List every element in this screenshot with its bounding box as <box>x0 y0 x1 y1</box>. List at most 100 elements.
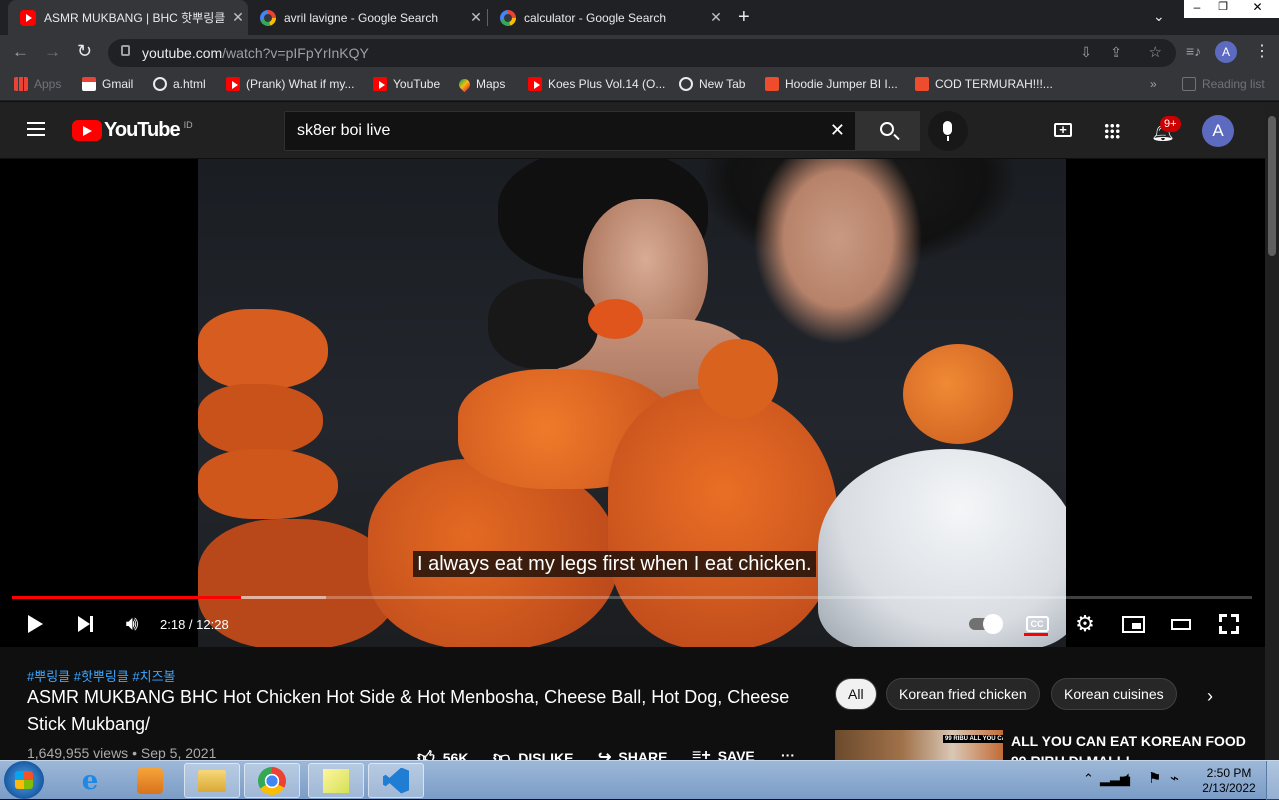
taskbar-file-explorer[interactable] <box>184 763 240 798</box>
youtube-icon <box>226 77 240 91</box>
shopee-icon <box>915 77 929 91</box>
chip-korean-fried-chicken[interactable]: Korean fried chicken <box>886 678 1040 710</box>
windows-taskbar: e ⌃ ▂▃▅ 🔈︎ ⚑ ⌁ 2:50 PM 2/13/2022 <box>0 760 1279 800</box>
more-bookmarks-button[interactable]: » <box>1150 77 1157 91</box>
captions-active-indicator <box>1024 633 1048 636</box>
hamburger-menu-icon[interactable] <box>27 122 45 136</box>
miniplayer-button[interactable] <box>1120 606 1146 642</box>
power-plug-icon[interactable]: ⌁ <box>1170 769 1179 787</box>
chips-next-chevron-icon[interactable]: › <box>1207 686 1213 707</box>
profile-avatar[interactable]: A <box>1215 41 1237 63</box>
taskbar-chrome[interactable] <box>244 763 300 798</box>
bookmark-gmail[interactable]: Gmail <box>82 77 133 91</box>
bookmark-a-html[interactable]: a.html <box>153 77 206 91</box>
youtube-icon <box>373 77 387 91</box>
chrome-menu-icon[interactable]: ⋮ <box>1254 41 1270 61</box>
forward-arrow-icon[interactable]: → <box>44 42 61 62</box>
bookmark-hoodie[interactable]: Hoodie Jumper BI I... <box>765 77 898 91</box>
search-input[interactable]: sk8er boi live ✕ <box>284 111 856 151</box>
recommended-video-thumbnail[interactable]: 99 RIBU ALL YOU CAN EAT <box>835 730 1003 760</box>
bookmark-cod[interactable]: COD TERMURAH!!!... <box>915 77 1053 91</box>
tab-youtube[interactable]: ASMR MUKBANG | BHC 핫뿌링클 ✕ <box>8 0 248 35</box>
miniplayer-icon <box>1121 615 1145 633</box>
sticky-notes-icon <box>323 768 349 793</box>
show-desktop-button[interactable] <box>1266 761 1279 800</box>
youtube-wordmark: YouTube <box>104 119 181 141</box>
media-control-icon[interactable]: ≡♪ <box>1186 43 1201 59</box>
vscode-icon <box>383 767 409 794</box>
theater-mode-button[interactable] <box>1168 606 1194 642</box>
search-button[interactable] <box>856 111 920 151</box>
bookmark-maps[interactable]: Maps <box>456 76 505 92</box>
bookmark-new-tab[interactable]: New Tab <box>679 77 745 91</box>
volume-tray-icon[interactable]: 🔈︎ <box>1124 769 1133 786</box>
volume-icon: 🔊︎ <box>125 612 139 635</box>
reading-list-icon <box>1182 77 1196 91</box>
bookmark-youtube[interactable]: YouTube <box>373 77 440 91</box>
voice-search-button[interactable] <box>928 111 968 151</box>
taskbar-internet-explorer[interactable]: e <box>62 763 118 798</box>
scrollbar-thumb[interactable] <box>1268 116 1276 256</box>
bookmark-koes-plus[interactable]: Koes Plus Vol.14 (O... <box>528 77 665 91</box>
clock-date: 2/13/2022 <box>1202 781 1256 795</box>
bookmark-apps[interactable]: Apps <box>14 77 61 91</box>
chip-korean-cuisines[interactable]: Korean cuisines <box>1051 678 1177 710</box>
chrome-icon <box>258 766 286 795</box>
youtube-logo[interactable]: YouTube ID <box>72 119 193 142</box>
start-button[interactable] <box>4 761 44 799</box>
video-player[interactable]: I always eat my legs first when I eat ch… <box>0 159 1265 647</box>
close-window-icon[interactable]: ✕ <box>1236 0 1279 18</box>
lock-icon[interactable] <box>121 45 130 56</box>
taskbar-sticky-notes[interactable] <box>308 763 364 798</box>
bookmarks-bar: Apps Gmail a.html (Prank) What if my... … <box>0 70 1279 101</box>
chip-all[interactable]: All <box>835 678 877 710</box>
autoplay-toggle[interactable] <box>968 606 1003 642</box>
tab-search-chevron-icon[interactable]: ⌄ <box>1153 8 1165 25</box>
restore-icon[interactable]: ❐ <box>1210 0 1236 18</box>
show-hidden-icons-chevron[interactable]: ⌃ <box>1083 771 1094 787</box>
fullscreen-button[interactable] <box>1216 606 1242 642</box>
back-arrow-icon[interactable]: ← <box>12 42 29 62</box>
video-hashtags[interactable]: #뿌링클 #핫뿌링클 #치즈볼 <box>27 666 176 685</box>
tab-avril-search[interactable]: avril lavigne - Google Search ✕ <box>248 0 486 35</box>
next-video-button[interactable] <box>70 606 100 642</box>
bookmark-prank-video[interactable]: (Prank) What if my... <box>226 77 354 91</box>
captions-button[interactable]: CC <box>1024 606 1050 642</box>
browser-tab-strip: ASMR MUKBANG | BHC 핫뿌링클 ✕ avril lavigne … <box>0 0 1279 35</box>
microphone-stand <box>947 136 949 141</box>
globe-icon <box>153 77 167 91</box>
account-avatar[interactable]: A <box>1202 115 1234 147</box>
taskbar-vscode[interactable] <box>368 763 424 798</box>
minimize-icon[interactable]: – <box>1184 0 1210 18</box>
install-app-icon[interactable]: ⇩ <box>1080 44 1092 61</box>
tab-calculator-search[interactable]: calculator - Google Search ✕ <box>488 0 726 35</box>
folder-icon <box>198 769 226 792</box>
gear-icon: ⚙ <box>1075 611 1095 636</box>
tab-title: avril lavigne - Google Search <box>284 10 439 25</box>
clear-search-icon[interactable]: ✕ <box>830 120 845 141</box>
address-bar[interactable]: youtube.com/watch?v=pIFpYrInKQY ⇩ ⇪ ☆ <box>108 39 1176 67</box>
food-item <box>198 449 338 519</box>
reading-list-button[interactable]: Reading list <box>1182 77 1265 91</box>
close-tab-icon[interactable]: ✕ <box>228 9 248 26</box>
play-button[interactable] <box>20 606 50 642</box>
cheese-stick-stack <box>198 309 328 389</box>
microphone-icon <box>943 121 952 135</box>
settings-button[interactable]: ⚙ <box>1072 606 1098 642</box>
new-tab-button[interactable]: + <box>738 6 750 29</box>
search-query: sk8er boi live <box>297 122 391 139</box>
apps-grid-icon[interactable] <box>1104 123 1120 139</box>
volume-button[interactable]: 🔊︎ <box>117 606 147 642</box>
taskbar-media-player[interactable] <box>122 763 178 798</box>
create-video-icon[interactable]: + <box>1054 123 1072 137</box>
close-tab-icon[interactable]: ✕ <box>466 9 486 26</box>
taskbar-clock[interactable]: 2:50 PM 2/13/2022 <box>1196 766 1262 796</box>
share-page-icon[interactable]: ⇪ <box>1110 44 1122 61</box>
progress-bar[interactable] <box>12 596 1252 599</box>
time-display: 2:18 / 12:28 <box>160 616 229 632</box>
reload-icon[interactable]: ↻ <box>77 41 92 62</box>
action-center-flag-icon[interactable]: ⚑ <box>1148 769 1161 787</box>
bookmark-star-icon[interactable]: ☆ <box>1149 43 1162 61</box>
page-scrollbar[interactable] <box>1265 102 1279 760</box>
close-tab-icon[interactable]: ✕ <box>706 9 726 26</box>
